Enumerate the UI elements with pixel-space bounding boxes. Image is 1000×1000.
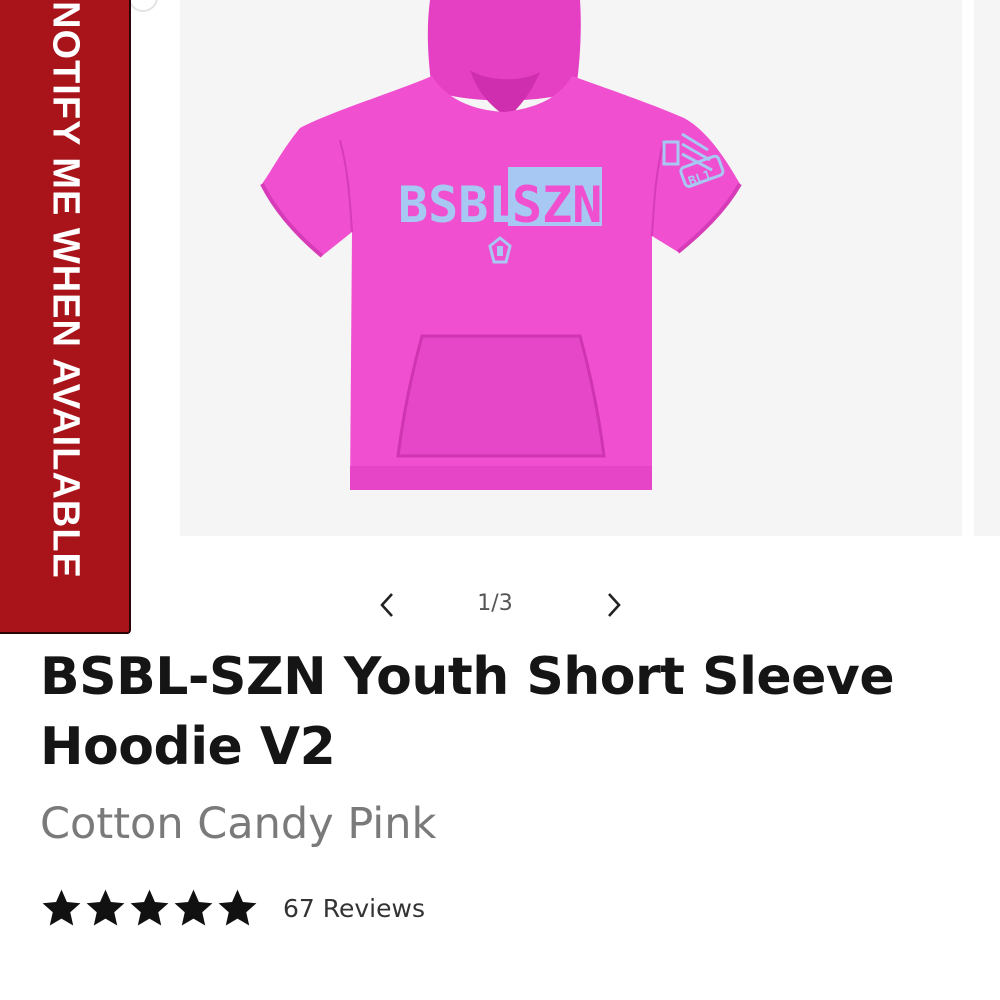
- product-image: BSBL SZN BL1: [260, 0, 742, 490]
- star-icon: [174, 889, 213, 926]
- notify-me-button[interactable]: NOTIFY ME WHEN AVAILABLE: [0, 0, 131, 634]
- notify-me-label: NOTIFY ME WHEN AVAILABLE: [44, 1, 87, 579]
- chevron-right-icon: [608, 593, 621, 617]
- product-image-gallery[interactable]: BSBL SZN BL1: [0, 0, 1000, 540]
- reviews-link[interactable]: 67 Reviews: [283, 894, 425, 923]
- previous-image-button[interactable]: [370, 587, 406, 623]
- product-rating[interactable]: 67 Reviews: [40, 884, 425, 932]
- star-icon: [42, 889, 81, 926]
- chest-print-right: SZN: [512, 176, 602, 234]
- image-counter: 1/3: [477, 591, 513, 616]
- next-image-button[interactable]: [595, 587, 631, 623]
- star-icon: [86, 889, 125, 926]
- product-variant-color: Cotton Candy Pink: [40, 799, 437, 849]
- chevron-left-icon: [380, 593, 393, 617]
- gallery-pager: 1/3: [0, 585, 1000, 625]
- star-icon: [218, 889, 257, 926]
- product-title: BSBL-SZN Youth Short Sleeve Hoodie V2: [40, 647, 895, 777]
- chest-print-left: BSBL: [398, 176, 518, 234]
- rating-stars: [40, 887, 259, 929]
- star-icon: [130, 889, 169, 926]
